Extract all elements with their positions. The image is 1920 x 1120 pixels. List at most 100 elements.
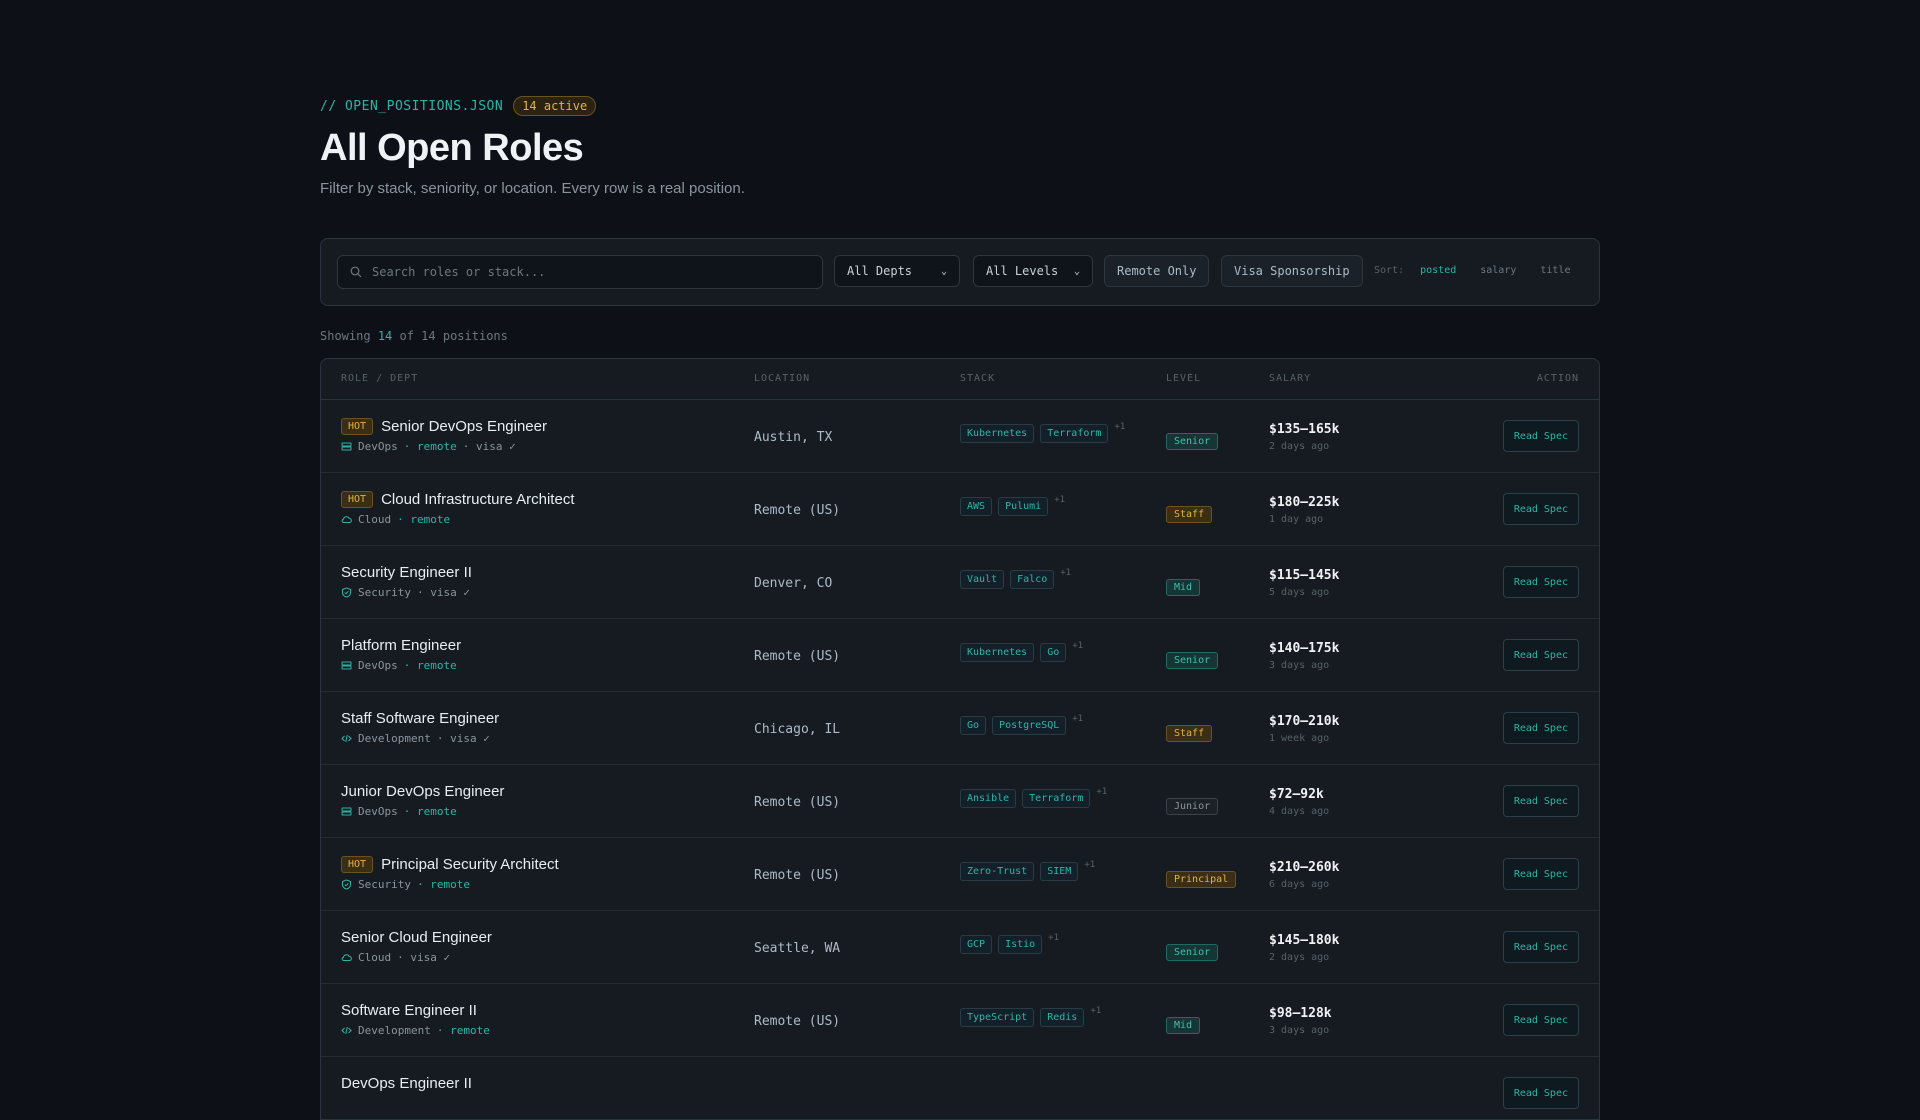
read-spec-button[interactable]: Read Spec <box>1502 931 1579 963</box>
stack-tag: Falco <box>1010 570 1055 589</box>
role-meta: DevOps · remote <box>341 659 461 672</box>
table-row[interactable]: Security Engineer II Security · visa ✓ Denv… <box>321 546 1599 619</box>
role-title[interactable]: Staff Software Engineer <box>341 710 499 727</box>
sort-label: Sort: <box>1374 265 1405 276</box>
read-spec-button[interactable]: Read Spec <box>1502 639 1579 671</box>
level-cell: Senior <box>1166 940 1219 961</box>
role-title[interactable]: Security Engineer II <box>341 564 472 581</box>
stack-cell: Ansible Terraform +1 <box>960 787 1108 808</box>
table-row[interactable]: Junior DevOps Engineer DevOps · remote Remo… <box>321 765 1599 838</box>
action-cell: Read Spec <box>1502 931 1579 963</box>
location-cell: Remote (US) <box>754 1014 841 1029</box>
level-badge: Staff <box>1166 506 1213 523</box>
level-badge: Senior <box>1166 433 1219 450</box>
role-cell: Staff Software Engineer Development · visa… <box>341 710 499 745</box>
remote-only-toggle[interactable]: Remote Only <box>1104 255 1210 287</box>
dept-select[interactable]: All Depts ⌄ <box>834 255 960 287</box>
more-stack-count: +1 <box>1090 1006 1102 1016</box>
table-row[interactable]: Staff Software Engineer Development · visa… <box>321 692 1599 765</box>
stack-tag: Terraform <box>1040 424 1109 443</box>
stack-tag: TypeScript <box>960 1008 1035 1027</box>
role-meta: Development · visa ✓ <box>341 732 499 745</box>
salary-cell: $72–92k 4 days ago <box>1269 787 1329 817</box>
role-title[interactable]: Senior Cloud Engineer <box>341 929 492 946</box>
roles-table: ROLE / DEPT LOCATION STACK LEVEL SALARY … <box>320 358 1600 1120</box>
action-cell: Read Spec <box>1502 420 1579 452</box>
salary-range: $145–180k <box>1269 933 1340 948</box>
visa-label: · visa ✓ <box>436 732 490 745</box>
posted-date: 1 week ago <box>1269 733 1330 744</box>
visa-label: · visa ✓ <box>416 586 470 599</box>
role-title[interactable]: Software Engineer II <box>341 1002 477 1019</box>
filter-bar: All Depts ⌄ All Levels ⌄ Remote Only Vis… <box>320 238 1600 306</box>
col-location[interactable]: LOCATION <box>754 373 810 384</box>
more-stack-count: +1 <box>1096 787 1108 797</box>
read-spec-button[interactable]: Read Spec <box>1502 493 1579 525</box>
sort-options: Sort: posted salary title <box>1374 265 1594 276</box>
search-box[interactable] <box>337 255 823 289</box>
role-cell: Junior DevOps Engineer DevOps · remote <box>341 783 504 818</box>
col-stack[interactable]: STACK <box>960 373 995 384</box>
table-row[interactable]: HOT Cloud Infrastructure Architect Cloud · … <box>321 473 1599 546</box>
server-icon <box>341 806 352 817</box>
showing-prefix: Showing <box>320 329 371 343</box>
sort-title[interactable]: title <box>1540 265 1570 276</box>
col-salary[interactable]: SALARY <box>1269 373 1311 384</box>
action-cell: Read Spec <box>1502 493 1579 525</box>
table-row[interactable]: Platform Engineer DevOps · remote Remote (U… <box>321 619 1599 692</box>
stack-cell: Kubernetes Go +1 <box>960 641 1083 662</box>
level-badge: Senior <box>1166 652 1219 669</box>
col-role[interactable]: ROLE / DEPT <box>341 373 418 384</box>
action-cell: Read Spec <box>1502 639 1579 671</box>
table-row[interactable]: DevOps Engineer II Read Spec <box>321 1057 1599 1119</box>
level-select[interactable]: All Levels ⌄ <box>973 255 1093 287</box>
role-cell: HOT Senior DevOps Engineer DevOps · remote ·… <box>341 418 547 453</box>
table-row[interactable]: HOT Senior DevOps Engineer DevOps · remote ·… <box>321 400 1599 473</box>
cloud-icon <box>341 514 352 525</box>
level-cell: Senior <box>1166 648 1219 669</box>
stack-tag: Pulumi <box>998 497 1049 516</box>
salary-range: $170–210k <box>1269 714 1340 729</box>
stack-tag: PostgreSQL <box>992 716 1067 735</box>
salary-cell: $210–260k 6 days ago <box>1269 860 1339 890</box>
read-spec-button[interactable]: Read Spec <box>1502 712 1579 744</box>
hot-badge: HOT <box>341 491 374 508</box>
code-icon <box>341 733 352 744</box>
role-title[interactable]: Platform Engineer <box>341 637 461 654</box>
table-row[interactable]: Senior Cloud Engineer Cloud · visa ✓ Seattl… <box>321 911 1599 984</box>
table-row[interactable]: HOT Principal Security Architect Security ·… <box>321 838 1599 911</box>
location-cell: Remote (US) <box>754 795 841 810</box>
showing-suffix: of 14 positions <box>399 329 508 343</box>
level-badge: Junior <box>1166 798 1219 815</box>
role-title[interactable]: Senior DevOps Engineer <box>381 418 547 435</box>
role-cell: Platform Engineer DevOps · remote <box>341 637 461 672</box>
more-stack-count: +1 <box>1048 933 1060 943</box>
read-spec-button[interactable]: Read Spec <box>1502 858 1579 890</box>
sort-posted[interactable]: posted <box>1420 265 1456 276</box>
sort-salary[interactable]: salary <box>1480 265 1516 276</box>
role-title[interactable]: Principal Security Architect <box>381 856 559 873</box>
read-spec-button[interactable]: Read Spec <box>1502 785 1579 817</box>
role-title[interactable]: DevOps Engineer II <box>341 1075 472 1092</box>
role-title[interactable]: Junior DevOps Engineer <box>341 783 504 800</box>
read-spec-button[interactable]: Read Spec <box>1502 566 1579 598</box>
col-level[interactable]: LEVEL <box>1166 373 1201 384</box>
remote-label: · remote <box>403 440 457 453</box>
visa-label: · visa ✓ <box>462 440 516 453</box>
role-title[interactable]: Cloud Infrastructure Architect <box>381 491 574 508</box>
read-spec-button[interactable]: Read Spec <box>1502 1077 1579 1109</box>
remote-label: · remote <box>403 805 457 818</box>
read-spec-button[interactable]: Read Spec <box>1502 1004 1579 1036</box>
stack-tag: Terraform <box>1022 789 1091 808</box>
chevron-down-icon: ⌄ <box>1073 265 1080 277</box>
read-spec-button[interactable]: Read Spec <box>1502 420 1579 452</box>
chevron-down-icon: ⌄ <box>940 265 947 277</box>
salary-range: $140–175k <box>1269 641 1340 656</box>
table-row[interactable]: Software Engineer II Development · remote R… <box>321 984 1599 1057</box>
search-input[interactable] <box>370 264 814 280</box>
dept-label: DevOps <box>358 440 398 453</box>
stack-cell: Vault Falco +1 <box>960 568 1071 589</box>
stack-cell: Kubernetes Terraform +1 <box>960 422 1125 443</box>
stack-tag: Vault <box>960 570 1005 589</box>
visa-sponsorship-toggle[interactable]: Visa Sponsorship <box>1221 255 1363 287</box>
